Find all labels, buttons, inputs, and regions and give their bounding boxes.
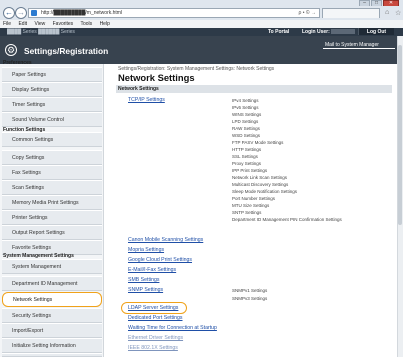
sub-snmpv3: SNMPv3 Settings <box>232 296 268 301</box>
home-icon[interactable]: ⌂ <box>385 9 389 16</box>
main-content: Settings/Registration: System Management… <box>104 64 397 357</box>
sub-sntp: SNTP Settings <box>232 210 262 215</box>
sidebar-item-initialize-setting[interactable]: Initialize Setting Information <box>2 338 102 353</box>
login-user-label: Login User: <box>302 29 330 35</box>
sidebar-item-import-export[interactable]: Import/Export <box>2 323 102 338</box>
ldap-server-settings-link[interactable]: LDAP Server Settings <box>128 305 178 311</box>
section-header: Network Settings <box>116 85 392 93</box>
star-icon[interactable]: ☆ <box>395 9 401 17</box>
sub-http: HTTP Settings <box>232 147 262 152</box>
to-portal-link[interactable]: To Portal <box>268 28 289 36</box>
menu-tools[interactable]: Tools <box>80 21 92 27</box>
sub-ipv4: IPv4 Settings <box>232 98 259 103</box>
waiting-time-connection-link[interactable]: Waiting Time for Connection at Startup <box>128 325 217 331</box>
sub-mtu-size: MTU Size Settings <box>232 203 270 208</box>
google-cloud-print-link[interactable]: Google Cloud Print Settings <box>128 257 192 263</box>
sidebar-item-display-settings[interactable]: Display Settings <box>2 82 102 97</box>
sidebar-item-more[interactable]: ███ ████ ███ ████ <box>2 353 102 357</box>
app-header: ⚙ Settings/Registration Mail to System M… <box>0 36 397 64</box>
sidebar-category-preferences: Preferences <box>3 60 32 66</box>
page-title: Network Settings <box>118 72 195 83</box>
sidebar-item-security-settings[interactable]: Security Settings <box>2 308 102 323</box>
sub-wins: WINS Settings <box>232 112 262 117</box>
forward-arrow-icon[interactable]: → <box>15 7 27 19</box>
sub-sleep-mode-notification: Sleep Mode Notification Settings <box>232 189 298 194</box>
sidebar-item-common-settings[interactable]: Common Settings <box>2 132 102 147</box>
sidebar-item-scan-settings[interactable]: Scan Settings <box>2 180 102 195</box>
sub-wsd: WSD Settings <box>232 133 261 138</box>
sidebar-item-sound-volume[interactable]: Sound Volume Control <box>2 112 102 127</box>
sub-raw: RAW Settings <box>232 126 260 131</box>
logout-button[interactable]: Log Out <box>358 28 394 35</box>
canon-mobile-scanning-link[interactable]: Canon Mobile Scanning Settings <box>128 237 203 243</box>
app-top-bar: ████ Series ██████ Series To Portal Logi… <box>0 28 403 36</box>
tcpip-settings-link[interactable]: TCP/IP Settings <box>128 97 165 103</box>
sub-ipp-print: IPP Print Settings <box>232 168 268 173</box>
sub-port-number: Port Number Settings <box>232 196 276 201</box>
sub-lpd: LPD Settings <box>232 119 259 124</box>
divider <box>323 48 395 49</box>
scrollbar-thumb[interactable] <box>398 45 402 225</box>
menu-file[interactable]: File <box>3 21 11 27</box>
snmp-settings-link[interactable]: SNMP Settings <box>128 287 163 293</box>
email-ifax-settings-link[interactable]: E-Mail/I-Fax Settings <box>128 267 176 273</box>
sidebar-item-printer-settings[interactable]: Printer Settings <box>2 210 102 225</box>
sidebar-item-memory-media-print[interactable]: Memory Media Print Settings <box>2 195 102 210</box>
menu-favorites[interactable]: Favorites <box>53 21 74 27</box>
back-arrow-icon[interactable]: ← <box>3 7 15 19</box>
menu-edit[interactable]: Edit <box>18 21 27 27</box>
ethernet-driver-settings-link[interactable]: Ethernet Driver Settings <box>128 335 183 341</box>
ieee-8021x-settings-link[interactable]: IEEE 802.1X Settings <box>128 345 178 351</box>
sub-ipv6: IPv6 Settings <box>232 105 259 110</box>
sidebar: Preferences Paper Settings Display Setti… <box>0 60 104 357</box>
sidebar-item-network-settings[interactable]: Network Settings <box>2 292 102 307</box>
sub-network-link-scan: Network Link Scan Settings <box>232 175 288 180</box>
sub-proxy: Proxy Settings <box>232 161 262 166</box>
sub-department-id-pin: Department ID Management PIN Confirmatio… <box>232 217 342 222</box>
address-url: http://█████████/m_network.html <box>41 10 123 16</box>
device-model: ████ Series ██████ Series <box>7 29 75 35</box>
page-icon <box>31 10 37 16</box>
sidebar-item-paper-settings[interactable]: Paper Settings <box>2 67 102 82</box>
browser-menu-bar: File Edit View Favorites Tools Help <box>0 20 403 28</box>
sub-snmpv1: SNMPv1 Settings <box>232 288 268 293</box>
sidebar-item-copy-settings[interactable]: Copy Settings <box>2 150 102 165</box>
sub-multicast-discovery: Multicast Discovery Settings <box>232 182 289 187</box>
dedicated-port-settings-link[interactable]: Dedicated Port Settings <box>128 315 183 321</box>
sub-ssl: SSL Settings <box>232 154 258 159</box>
menu-help[interactable]: Help <box>100 21 110 27</box>
sidebar-item-output-report[interactable]: Output Report Settings <box>2 225 102 240</box>
browser-nav-bar: ← → http://█████████/m_network.html ρ • … <box>0 6 403 20</box>
sidebar-item-department-id[interactable]: Department ID Management <box>2 276 102 291</box>
smb-settings-link[interactable]: SMB Settings <box>128 277 159 283</box>
browser-tab[interactable] <box>322 8 380 18</box>
gear-icon: ⚙ <box>5 44 17 56</box>
sidebar-item-system-management[interactable]: System Management <box>2 259 102 274</box>
login-user-name <box>331 29 355 34</box>
mopria-settings-link[interactable]: Mopria Settings <box>128 247 164 253</box>
address-tools[interactable]: ρ • © → <box>299 9 316 17</box>
sub-ftp-pasv: FTP PASV Mode Settings <box>232 140 284 145</box>
sidebar-item-timer-settings[interactable]: Timer Settings <box>2 97 102 112</box>
page-header-title: Settings/Registration <box>24 46 109 56</box>
sidebar-item-fax-settings[interactable]: Fax Settings <box>2 165 102 180</box>
address-bar[interactable]: http://█████████/m_network.html ρ • © → <box>28 8 320 18</box>
menu-view[interactable]: View <box>34 21 45 27</box>
